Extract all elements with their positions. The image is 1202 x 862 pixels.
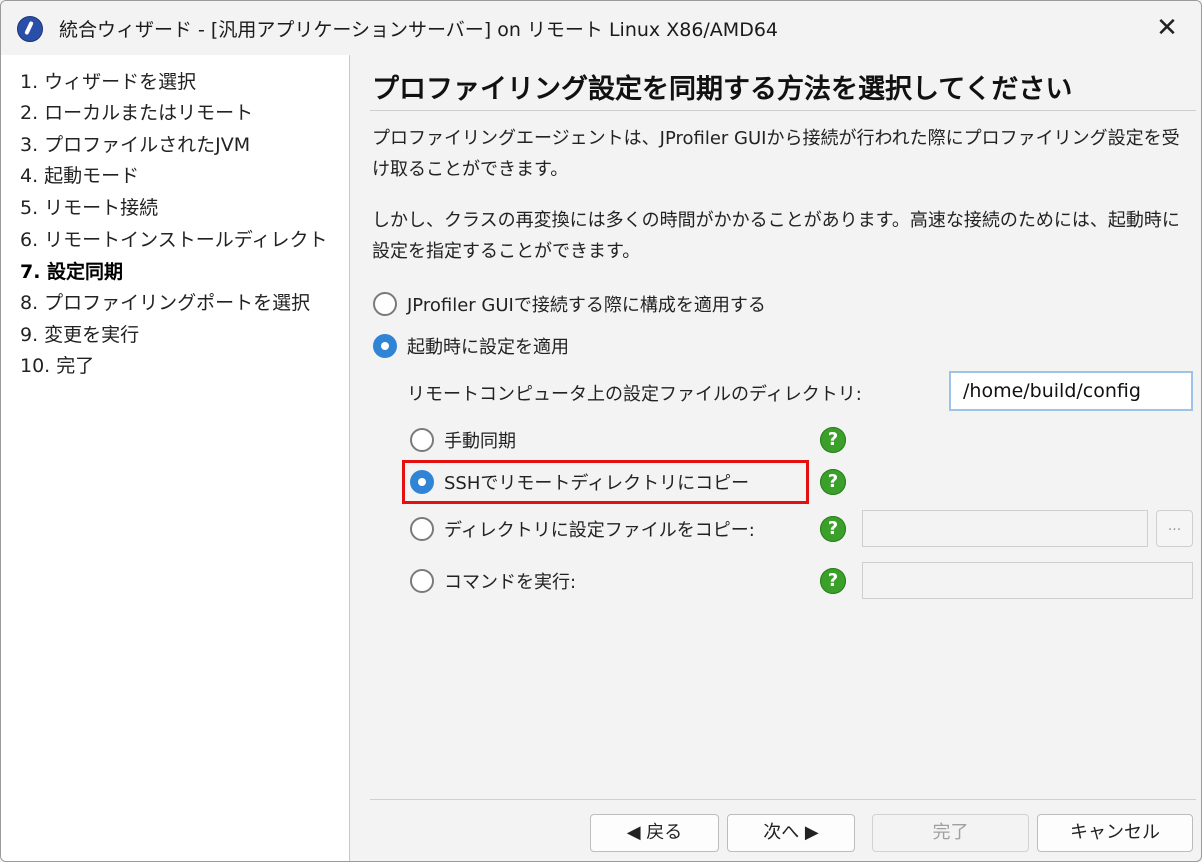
- radio-apply-on-gui-connect-label[interactable]: JProfiler GUIで接続する際に構成を適用する: [407, 291, 766, 317]
- browse-directory-button[interactable]: ...: [1156, 510, 1193, 547]
- radio-manual-sync[interactable]: [410, 428, 434, 452]
- step-4: 4. 起動モード: [20, 165, 140, 187]
- step-10: 10. 完了: [20, 355, 95, 377]
- window-title: 統合ウィザード - [汎用アプリケーションサーバー] on リモート Linux…: [59, 19, 779, 41]
- config-directory-label: リモートコンピュータ上の設定ファイルのディレクトリ:: [407, 384, 862, 405]
- next-button[interactable]: 次へ ▶: [727, 814, 855, 852]
- radio-execute-command-label[interactable]: コマンドを実行:: [444, 568, 576, 594]
- step-8: 8. プロファイリングポートを選択: [20, 292, 311, 314]
- finish-button[interactable]: 完了: [872, 814, 1029, 852]
- heading-divider: [370, 110, 1196, 111]
- description-paragraph-1: プロファイリングエージェントは、JProfiler GUIから接続が行われた際に…: [372, 128, 1180, 180]
- radio-manual-sync-label[interactable]: 手動同期: [444, 427, 516, 453]
- step-7-current: 7. 設定同期: [20, 261, 124, 283]
- close-button[interactable]: ✕: [1149, 10, 1185, 46]
- wizard-window: 統合ウィザード - [汎用アプリケーションサーバー] on リモート Linux…: [0, 0, 1202, 862]
- step-5: 5. リモート接続: [20, 197, 159, 219]
- page-heading: プロファイリング設定を同期する方法を選択してください: [372, 74, 1073, 105]
- step-3: 3. プロファイルされたJVM: [20, 134, 251, 156]
- main-panel: プロファイリング設定を同期する方法を選択してください プロファイリングエージェン…: [350, 55, 1201, 861]
- config-directory-input[interactable]: /home/build/config: [949, 371, 1193, 411]
- radio-copy-to-directory-label[interactable]: ディレクトリに設定ファイルをコピー:: [444, 516, 755, 542]
- back-button[interactable]: ◀ 戻る: [590, 814, 719, 852]
- radio-copy-via-ssh[interactable]: [410, 470, 434, 494]
- jprofiler-app-icon: [17, 16, 43, 42]
- steps-sidebar: 1. ウィザードを選択 2. ローカルまたはリモート 3. プロファイルされたJ…: [1, 55, 350, 861]
- radio-apply-on-gui-connect[interactable]: [373, 292, 397, 316]
- radio-execute-command[interactable]: [410, 569, 434, 593]
- footer-divider: [370, 799, 1196, 800]
- step-2: 2. ローカルまたはリモート: [20, 102, 254, 124]
- command-input[interactable]: [862, 562, 1193, 599]
- radio-apply-at-startup[interactable]: [373, 334, 397, 358]
- help-icon-manual-sync[interactable]: ?: [820, 427, 846, 453]
- help-icon-copy-via-ssh[interactable]: ?: [820, 469, 846, 495]
- radio-copy-to-directory[interactable]: [410, 517, 434, 541]
- radio-copy-via-ssh-label[interactable]: SSHでリモートディレクトリにコピー: [444, 469, 749, 495]
- title-bar: 統合ウィザード - [汎用アプリケーションサーバー] on リモート Linux…: [1, 1, 1201, 55]
- help-icon-copy-to-directory[interactable]: ?: [820, 516, 846, 542]
- description-paragraph-2: しかし、クラスの再変換には多くの時間がかかることがあります。高速な接続のためには…: [372, 210, 1180, 262]
- step-6: 6. リモートインストールディレクト: [20, 229, 328, 251]
- cancel-button[interactable]: キャンセル: [1037, 814, 1193, 852]
- step-1: 1. ウィザードを選択: [20, 71, 197, 93]
- copy-directory-input[interactable]: [862, 510, 1148, 547]
- help-icon-execute-command[interactable]: ?: [820, 568, 846, 594]
- radio-apply-at-startup-label[interactable]: 起動時に設定を適用: [407, 333, 569, 359]
- step-9: 9. 変更を実行: [20, 324, 140, 346]
